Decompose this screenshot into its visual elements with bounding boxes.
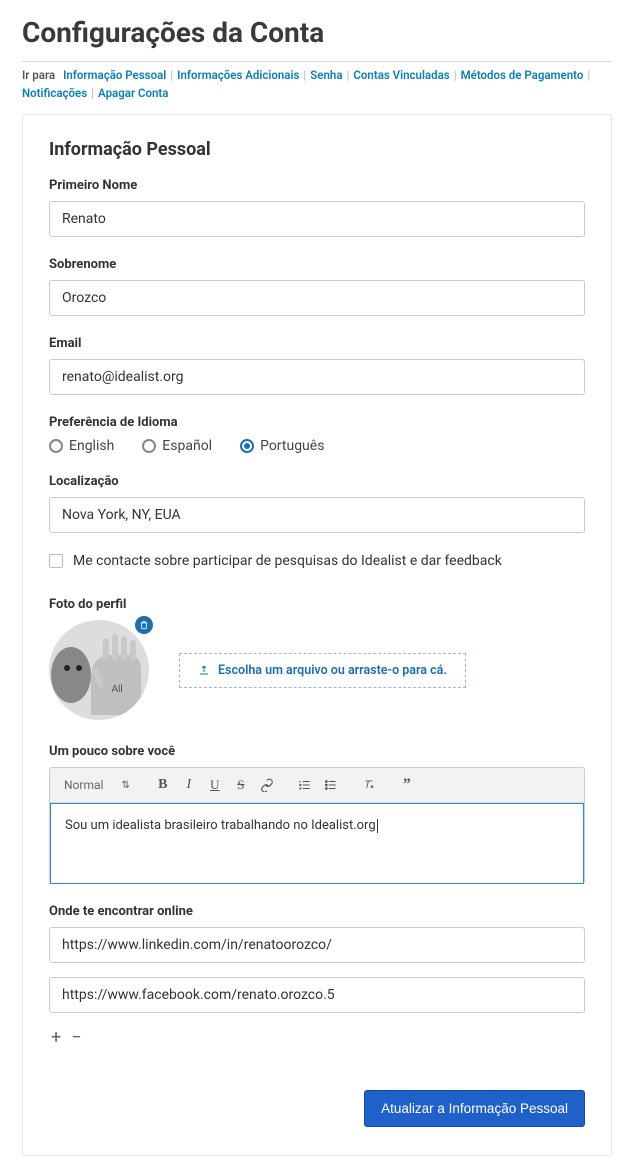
avatar-delete-button[interactable] (135, 616, 153, 634)
language-radio-portugues[interactable]: Português (240, 438, 324, 454)
profile-photo-label: Foto do perfil (49, 597, 585, 612)
radio-icon (142, 439, 156, 453)
svg-text:All: All (111, 684, 122, 695)
radio-label: Español (162, 438, 212, 454)
rich-text-editor: Normal ⇅ B I U S (49, 767, 585, 884)
checkbox-icon (49, 554, 63, 568)
email-input[interactable] (49, 359, 585, 395)
avatar-image: All (49, 620, 149, 720)
last-name-label: Sobrenome (49, 257, 585, 272)
contact-checkbox-label: Me contacte sobre participar de pesquisa… (73, 553, 502, 569)
personal-info-card: Informação Pessoal Primeiro Nome Sobreno… (22, 114, 612, 1156)
editor-bold-button[interactable]: B (152, 774, 174, 796)
email-label: Email (49, 336, 585, 351)
language-field: Preferência de Idioma English Español Po… (49, 415, 585, 454)
section-title: Informação Pessoal (49, 139, 585, 160)
page-title: Configurações da Conta (0, 0, 634, 61)
contact-checkbox-row[interactable]: Me contacte sobre participar de pesquisa… (49, 553, 585, 569)
divider (22, 61, 612, 62)
editor-underline-button[interactable]: U (204, 774, 226, 796)
clear-format-icon (362, 778, 376, 792)
radio-label: Português (260, 438, 324, 454)
editor-format-value: Normal (64, 778, 103, 792)
language-radio-espanol[interactable]: Español (142, 438, 212, 454)
update-personal-info-button[interactable]: Atualizar a Informação Pessoal (364, 1090, 585, 1127)
editor-quote-button[interactable]: ” (396, 774, 418, 796)
nav-link-payment-methods[interactable]: Métodos de Pagamento (461, 68, 584, 82)
nav-sep: | (170, 68, 173, 82)
radio-icon (49, 439, 63, 453)
location-input[interactable] (49, 497, 585, 533)
online-link-input-2[interactable] (49, 977, 585, 1013)
skip-nav: Ir para Informação Pessoal | Informações… (0, 68, 634, 114)
email-field: Email (49, 336, 585, 395)
last-name-input[interactable] (49, 280, 585, 316)
editor-strike-button[interactable]: S (230, 774, 252, 796)
online-field: Onde te encontrar online (49, 904, 585, 1013)
about-field: Um pouco sobre você Normal ⇅ B I U S (49, 744, 585, 884)
text-caret (377, 819, 378, 833)
remove-link-button[interactable]: − (69, 1025, 83, 1050)
location-field: Localização (49, 474, 585, 533)
ordered-list-icon (298, 778, 312, 792)
radio-label: English (69, 438, 114, 454)
skip-nav-lead: Ir para (22, 68, 55, 82)
nav-sep: | (91, 86, 94, 100)
radio-icon (240, 439, 254, 453)
profile-photo-row: All Escolha um arquivo ou arraste-o para… (49, 620, 585, 720)
first-name-field: Primeiro Nome (49, 178, 585, 237)
location-label: Localização (49, 474, 585, 489)
nav-link-additional-info[interactable]: Informações Adicionais (177, 68, 299, 82)
editor-format-select[interactable]: Normal ⇅ (58, 776, 136, 794)
nav-sep: | (303, 68, 306, 82)
language-label: Preferência de Idioma (49, 415, 585, 430)
nav-sep: | (454, 68, 457, 82)
online-link-input-1[interactable] (49, 927, 585, 963)
caret-icon: ⇅ (121, 780, 129, 791)
trash-icon (139, 620, 149, 630)
first-name-input[interactable] (49, 201, 585, 237)
nav-link-personal-info[interactable]: Informação Pessoal (63, 68, 166, 82)
last-name-field: Sobrenome (49, 257, 585, 316)
about-label: Um pouco sobre você (49, 744, 585, 759)
add-remove-row: + − (49, 1025, 585, 1050)
editor-toolbar: Normal ⇅ B I U S (50, 768, 584, 803)
nav-link-password[interactable]: Senha (310, 68, 342, 82)
bullet-list-icon (324, 778, 338, 792)
editor-bullet-list-button[interactable] (320, 774, 342, 796)
editor-link-button[interactable] (256, 774, 278, 796)
first-name-label: Primeiro Nome (49, 178, 585, 193)
upload-icon (198, 664, 210, 676)
upload-dropzone[interactable]: Escolha um arquivo ou arraste-o para cá. (179, 653, 466, 688)
submit-row: Atualizar a Informação Pessoal (49, 1090, 585, 1127)
editor-clear-format-button[interactable] (358, 774, 380, 796)
editor-italic-button[interactable]: I (178, 774, 200, 796)
nav-sep: | (347, 68, 350, 82)
editor-content[interactable]: Sou um idealista brasileiro trabalhando … (50, 803, 584, 884)
upload-text: Escolha um arquivo ou arraste-o para cá. (218, 663, 447, 678)
editor-text: Sou um idealista brasileiro trabalhando … (65, 818, 376, 833)
nav-link-delete-account[interactable]: Apagar Conta (98, 86, 168, 100)
online-label: Onde te encontrar online (49, 904, 585, 919)
link-icon (260, 778, 274, 792)
editor-ordered-list-button[interactable] (294, 774, 316, 796)
add-link-button[interactable]: + (49, 1025, 63, 1050)
language-radio-english[interactable]: English (49, 438, 114, 454)
nav-link-notifications[interactable]: Notificações (22, 86, 87, 100)
nav-link-linked-accounts[interactable]: Contas Vinculadas (353, 68, 449, 82)
nav-sep: | (587, 68, 590, 82)
avatar: All (49, 620, 149, 720)
